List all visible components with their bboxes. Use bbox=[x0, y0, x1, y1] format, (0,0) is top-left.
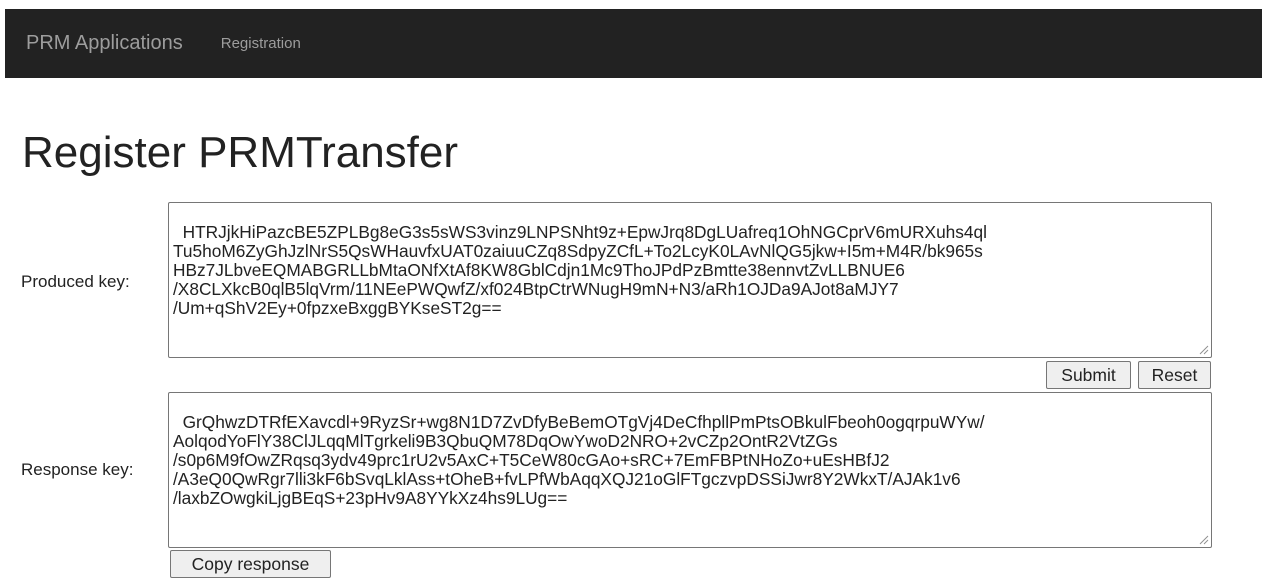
brand-link[interactable]: PRM Applications bbox=[26, 32, 183, 55]
response-key-label: Response key: bbox=[21, 460, 134, 479]
resize-grip-icon[interactable] bbox=[1198, 344, 1209, 355]
top-navbar: PRM Applications Registration bbox=[5, 9, 1262, 78]
produced-key-textarea[interactable]: HTRJjkHiPazcBE5ZPLBg8eG3s5sWS3vinz9LNPSN… bbox=[168, 202, 1212, 358]
resize-grip-icon[interactable] bbox=[1198, 534, 1209, 545]
copy-response-button[interactable]: Copy response bbox=[170, 550, 331, 578]
page-title: Register PRMTransfer bbox=[22, 128, 459, 177]
produced-key-label: Produced key: bbox=[21, 272, 130, 291]
response-key-text: GrQhwzDTRfEXavcdl+9RyzSr+wg8N1D7ZvDfyBeB… bbox=[173, 412, 985, 508]
produced-key-text: HTRJjkHiPazcBE5ZPLBg8eG3s5sWS3vinz9LNPSN… bbox=[173, 222, 987, 318]
submit-button[interactable]: Submit bbox=[1046, 361, 1131, 389]
nav-link-registration[interactable]: Registration bbox=[221, 35, 301, 52]
reset-button[interactable]: Reset bbox=[1138, 361, 1211, 389]
response-key-textarea[interactable]: GrQhwzDTRfEXavcdl+9RyzSr+wg8N1D7ZvDfyBeB… bbox=[168, 392, 1212, 548]
